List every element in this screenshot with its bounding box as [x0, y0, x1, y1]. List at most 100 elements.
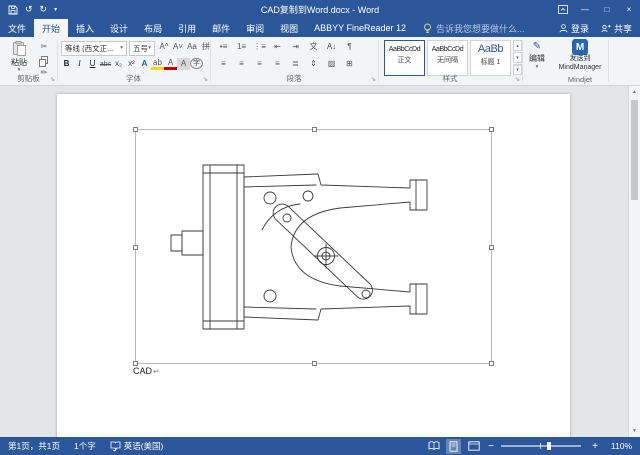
shrink-font-button[interactable]: A˅: [171, 41, 185, 53]
document-page[interactable]: CAD↵: [57, 94, 570, 437]
zoom-slider-thumb[interactable]: [547, 442, 551, 450]
tab-home[interactable]: 开始: [34, 19, 68, 37]
styles-scroll-down-icon[interactable]: ▾: [513, 52, 522, 63]
tab-file[interactable]: 文件: [0, 19, 34, 37]
underline-button[interactable]: U: [86, 58, 99, 70]
change-case-button[interactable]: Aa: [185, 41, 199, 53]
send-to-mindmanager-button[interactable]: M 发送到 MindManager: [555, 39, 605, 73]
tab-insert[interactable]: 插入: [68, 19, 102, 37]
title-bar: ↺ ↻ ▾ CAD复制到Word.docx - Word — □ ×: [0, 0, 640, 19]
italic-button[interactable]: I: [73, 58, 86, 70]
page-indicator[interactable]: 第1页，共1页: [8, 440, 60, 452]
numbering-button[interactable]: 1≡: [233, 41, 250, 53]
qat-customize-icon[interactable]: ▾: [54, 7, 57, 13]
share-button[interactable]: 共享: [601, 19, 632, 37]
tab-mailings[interactable]: 邮件: [204, 19, 238, 37]
tab-view[interactable]: 视图: [272, 19, 306, 37]
line-spacing-button[interactable]: ⇕: [305, 58, 322, 70]
style-no-spacing[interactable]: AaBbCcDd 无间隔: [427, 40, 468, 76]
align-left-button[interactable]: ≡: [215, 58, 232, 70]
strikethrough-button[interactable]: abc: [99, 58, 112, 70]
tab-layout[interactable]: 布局: [136, 19, 170, 37]
styles-dialog-launcher-icon[interactable]: ⇘: [515, 77, 520, 83]
resize-handle-e[interactable]: [489, 245, 494, 250]
resize-handle-n[interactable]: [312, 127, 317, 132]
font-row-2: B I U abc x₂ x² A ab A A 字: [60, 58, 203, 70]
paragraph-group: •≡ 1≡ ⋮≡ ⇤ ⇥ 文 A↓ ¶ ≡ ≡ ≡ ≡ ≣ ⇕ ▨ ⊞ 段落 ⇘: [210, 37, 378, 85]
save-icon[interactable]: [8, 5, 18, 15]
superscript-button[interactable]: x²: [125, 58, 138, 70]
scroll-up-icon[interactable]: ▲: [629, 86, 640, 98]
show-formatting-marks-button[interactable]: ¶: [341, 41, 358, 53]
font-dialog-launcher-icon[interactable]: ⇘: [203, 77, 208, 83]
font-color-button[interactable]: A: [164, 58, 177, 70]
multilevel-list-button[interactable]: ⋮≡: [251, 41, 268, 53]
zoom-out-button[interactable]: −: [485, 441, 497, 452]
undo-icon[interactable]: ↺: [25, 5, 33, 14]
minimize-button[interactable]: —: [574, 0, 596, 19]
maximize-button[interactable]: □: [596, 0, 618, 19]
justify-button[interactable]: ≡: [269, 58, 286, 70]
selected-image[interactable]: [135, 129, 492, 364]
clipboard-dialog-launcher-icon[interactable]: ⇘: [50, 77, 55, 83]
scroll-down-icon[interactable]: ▼: [629, 425, 640, 437]
increase-indent-button[interactable]: ⇥: [287, 41, 304, 53]
sign-in-button[interactable]: 登录: [559, 19, 589, 37]
grow-font-button[interactable]: A^: [157, 41, 171, 53]
style-normal[interactable]: AaBbCcDd 正文: [384, 40, 425, 76]
language-indicator[interactable]: 英语(美国): [124, 440, 164, 452]
editing-button[interactable]: ✎ 编辑 ▾: [524, 42, 550, 71]
sort-button[interactable]: A↓: [323, 41, 340, 53]
tab-abbyy-finereader[interactable]: ABBYY FineReader 12: [306, 19, 414, 37]
tab-review[interactable]: 审阅: [238, 19, 272, 37]
font-name-combo[interactable]: 等线 (西文正... ▾: [61, 41, 127, 56]
ribbon-display-options-icon[interactable]: [552, 0, 574, 19]
character-shading-button[interactable]: A: [177, 58, 190, 70]
proofing-icon[interactable]: [110, 441, 121, 452]
bold-button[interactable]: B: [60, 58, 73, 70]
bullets-button[interactable]: •≡: [215, 41, 232, 53]
resize-handle-se[interactable]: [489, 361, 494, 366]
asian-layout-button[interactable]: 文: [305, 41, 322, 53]
resize-handle-nw[interactable]: [133, 127, 138, 132]
distribute-button[interactable]: ≣: [287, 58, 304, 70]
close-button[interactable]: ×: [618, 0, 640, 19]
vertical-scrollbar[interactable]: ▲ ▼: [628, 86, 640, 437]
shading-button[interactable]: ▨: [323, 58, 340, 70]
align-right-button[interactable]: ≡: [251, 58, 268, 70]
text-effects-button[interactable]: A: [138, 58, 151, 70]
word-count[interactable]: 1个字: [74, 440, 96, 452]
enclose-characters-button[interactable]: 字: [190, 58, 203, 69]
subscript-button[interactable]: x₂: [112, 58, 125, 70]
text-highlight-button[interactable]: ab: [151, 58, 164, 70]
tell-me-box[interactable]: 告诉我您想要做什么...: [423, 19, 525, 37]
font-size-combo[interactable]: 五号 ▾: [129, 41, 155, 56]
zoom-level[interactable]: 110%: [606, 441, 632, 451]
tab-references[interactable]: 引用: [170, 19, 204, 37]
redo-icon[interactable]: ↻: [40, 5, 48, 14]
zoom-in-button[interactable]: +: [589, 441, 601, 452]
font-name-dropdown-icon[interactable]: ▾: [120, 46, 123, 52]
resize-handle-s[interactable]: [312, 361, 317, 366]
person-icon: [559, 24, 568, 33]
resize-handle-ne[interactable]: [489, 127, 494, 132]
tab-design[interactable]: 设计: [102, 19, 136, 37]
zoom-center-notch: [540, 443, 541, 449]
read-mode-icon[interactable]: [426, 439, 441, 454]
resize-handle-w[interactable]: [133, 245, 138, 250]
web-layout-icon[interactable]: [466, 439, 481, 454]
copy-button[interactable]: [37, 54, 51, 66]
style-heading-1[interactable]: AaBb 标题 1: [470, 40, 511, 76]
print-layout-icon[interactable]: [446, 439, 461, 454]
font-size-dropdown-icon[interactable]: ▾: [148, 46, 151, 52]
decrease-indent-button[interactable]: ⇤: [269, 41, 286, 53]
cut-button[interactable]: ✂: [37, 41, 51, 53]
scrollbar-thumb[interactable]: [631, 100, 638, 200]
borders-button[interactable]: ⊞: [341, 58, 358, 70]
paragraph-group-label: 段落: [210, 73, 378, 84]
zoom-slider[interactable]: [501, 445, 581, 447]
styles-scroll-up-icon[interactable]: ▴: [513, 40, 522, 51]
align-center-button[interactable]: ≡: [233, 58, 250, 70]
document-text[interactable]: CAD↵: [133, 366, 160, 376]
paragraph-dialog-launcher-icon[interactable]: ⇘: [371, 77, 376, 83]
